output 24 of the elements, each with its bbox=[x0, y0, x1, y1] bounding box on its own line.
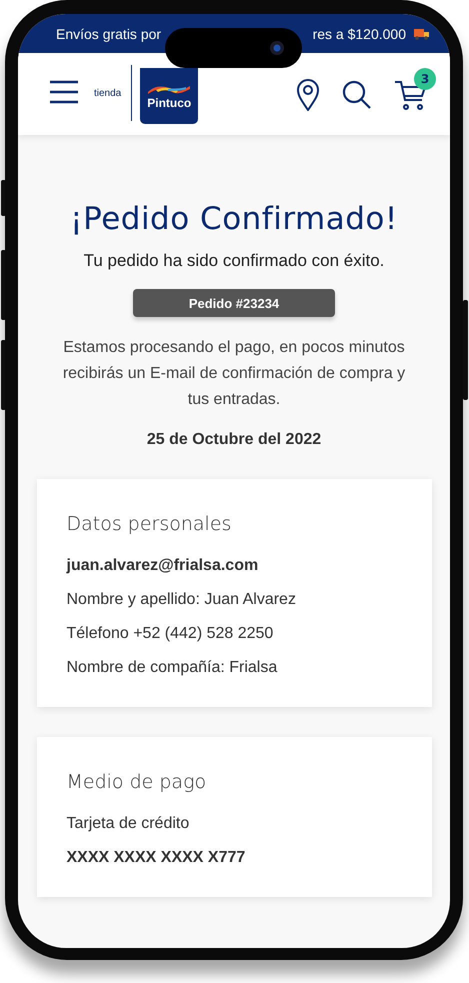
promo-text: res a $120.000 bbox=[312, 26, 406, 42]
menu-icon[interactable] bbox=[50, 80, 78, 104]
confirmation-subtitle: Tu pedido ha sido confirmado con éxito. bbox=[84, 251, 384, 271]
store-label: tienda bbox=[94, 88, 122, 99]
card-title: Datos personales bbox=[66, 513, 232, 535]
brand-logo[interactable]: Pintuco bbox=[140, 68, 198, 124]
promo-text: Envíos gratis por bbox=[56, 26, 162, 42]
confirmation-message: Estamos procesando el pago, en pocos minutos recibirás un E-mail de confirmación de compra y tus entradas. bbox=[62, 338, 406, 410]
location-pin-icon[interactable] bbox=[296, 79, 320, 111]
card-line: Nombre y apellido: Juan Alvarez bbox=[66, 591, 297, 609]
card-line: Tarjeta de crédito bbox=[66, 815, 190, 833]
order-date: 25 de Octubre del 2022 bbox=[146, 431, 322, 449]
logo-text: Pintuco bbox=[147, 96, 192, 110]
search-icon[interactable] bbox=[342, 80, 372, 110]
card-line: juan.alvarez@frialsa.com bbox=[66, 557, 260, 575]
card-line: XXXX XXXX XXXX X777 bbox=[66, 849, 246, 867]
card-line: Télefono +52 (442) 528 2250 bbox=[66, 625, 274, 643]
order-number-badge: Pedido #23234 bbox=[133, 289, 335, 317]
camera-lens-icon bbox=[270, 41, 284, 55]
card-line: Nombre de compañía: Frialsa bbox=[66, 659, 278, 677]
truck-icon bbox=[414, 28, 430, 40]
card-title: Medio de pago bbox=[66, 771, 208, 793]
cart-count-badge: 3 bbox=[414, 68, 436, 90]
page-title: ¡Pedido Confirmado! bbox=[70, 201, 398, 237]
